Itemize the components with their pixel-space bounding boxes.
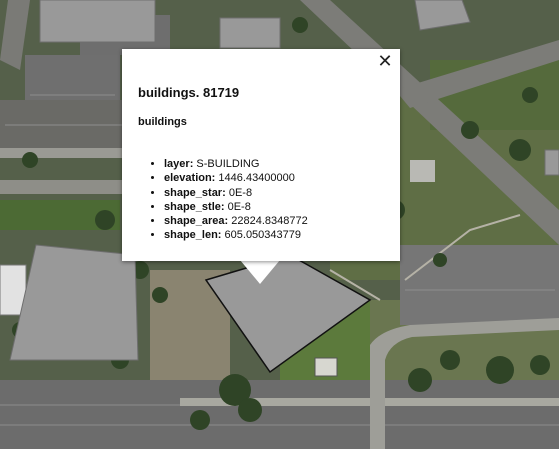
attribute-item: layer: S-BUILDING (164, 157, 308, 171)
popup-layer-name: buildings (138, 116, 187, 128)
attribute-key: shape_star: (164, 186, 226, 199)
attribute-value: 605.050343779 (224, 229, 301, 242)
attribute-value: 0E-8 (227, 200, 251, 213)
attribute-key: elevation: (164, 172, 216, 185)
attribute-value: 22824.8348772 (231, 215, 308, 228)
attribute-item: shape_len: 605.050343779 (164, 228, 308, 242)
feature-info-popup: ✕ buildings. 81719 buildings layer: S-BU… (122, 49, 400, 261)
popup-title: buildings. 81719 (138, 85, 240, 100)
attribute-value: S-BUILDING (196, 158, 260, 170)
popup-pointer (240, 260, 280, 284)
attribute-value: 0E-8 (228, 186, 253, 199)
attribute-item: shape_area: 22824.8348772 (164, 214, 308, 228)
attribute-key: shape_stle: (164, 200, 225, 213)
attribute-value: 1446.43400000 (218, 172, 295, 185)
attribute-item: shape_stle: 0E-8 (164, 200, 308, 214)
attribute-key: shape_area: (164, 215, 229, 228)
attribute-item: shape_star: 0E-8 (164, 186, 308, 200)
attribute-list: layer: S-BUILDING elevation: 1446.434000… (148, 157, 308, 243)
close-icon[interactable]: ✕ (376, 53, 394, 71)
attribute-item: elevation: 1446.43400000 (164, 171, 308, 185)
attribute-key: shape_len: (164, 229, 222, 242)
attribute-key: layer: (164, 158, 194, 170)
